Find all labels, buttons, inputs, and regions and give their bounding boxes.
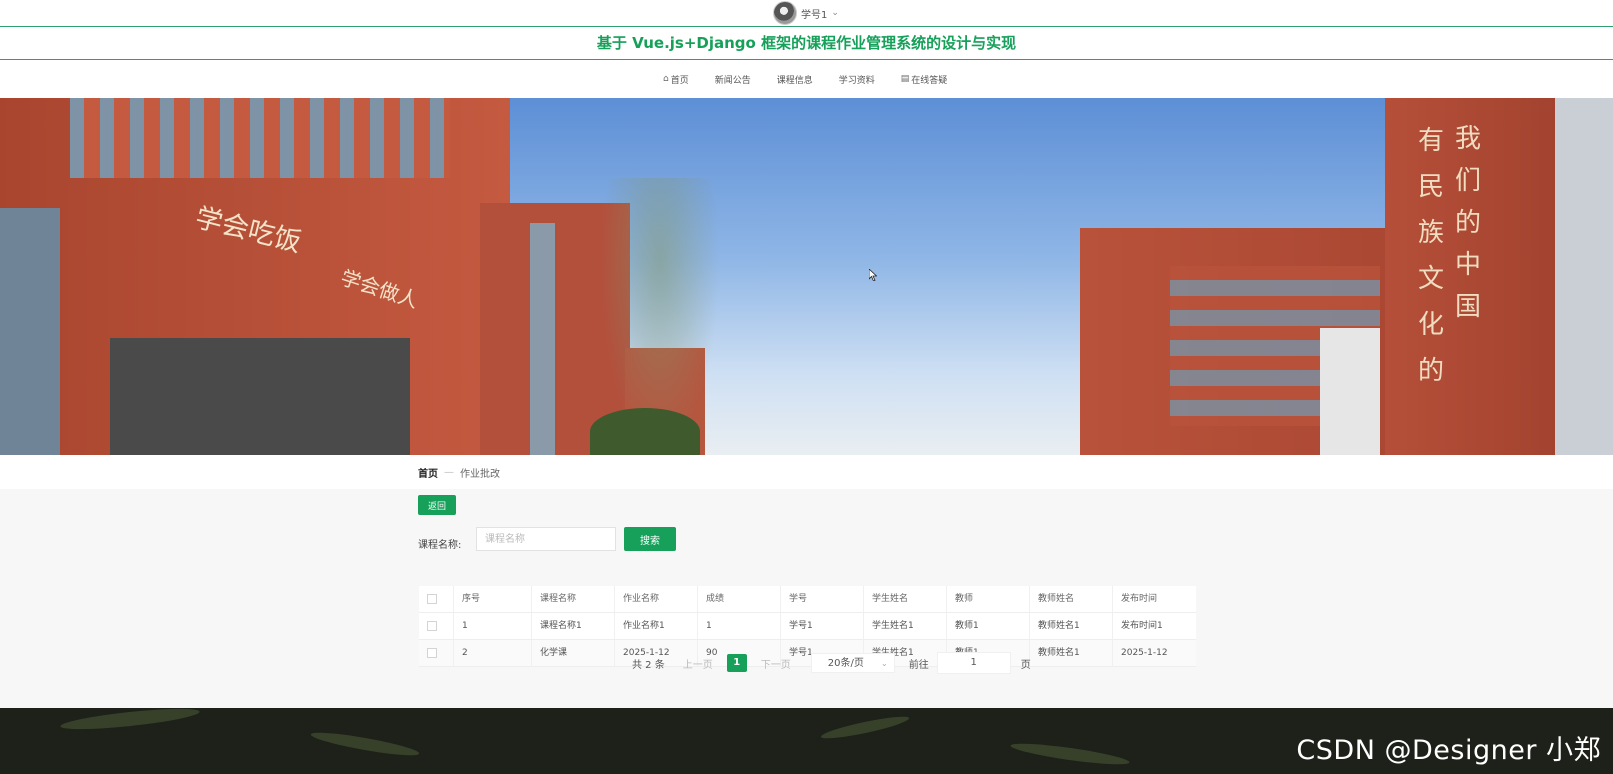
footer-leaf-decoration bbox=[59, 708, 201, 734]
nav-item-news[interactable]: 新闻公告 bbox=[715, 73, 751, 86]
nav-item-qa[interactable]: ▤ 在线答疑 bbox=[901, 73, 948, 86]
right-building-stairwell bbox=[1320, 328, 1380, 455]
row-select-cell bbox=[419, 640, 454, 666]
column-header: 学生姓名 bbox=[864, 586, 947, 612]
nav-item-materials[interactable]: 学习资料 bbox=[839, 73, 875, 86]
main-nav: ⌂ 首页 新闻公告 课程信息 学习资料 ▤ 在线答疑 bbox=[0, 60, 1613, 98]
main-content: 返回 课程名称: 搜索 序号 课程名称 作业名称 成绩 学号 学生姓名 教师 教… bbox=[0, 489, 1613, 708]
user-bar: 学号1 ⌄ bbox=[0, 0, 1613, 27]
nav-item-label: 首页 bbox=[670, 75, 689, 86]
breadcrumb: 首页 — 作业批改 bbox=[418, 455, 500, 489]
footer-leaf-decoration bbox=[819, 712, 911, 743]
column-header: 教师 bbox=[947, 586, 1030, 612]
table-cell: 课程名称1 bbox=[532, 613, 615, 639]
row-select-cell bbox=[419, 613, 454, 639]
watermark: CSDN @Designer 小郑 bbox=[1296, 735, 1601, 766]
banner-sign-right-2: 有民族文化的 bbox=[1418, 126, 1445, 386]
nav-item-label: 学习资料 bbox=[838, 75, 875, 86]
chevron-down-icon: ⌄ bbox=[881, 659, 888, 668]
left-building-glass bbox=[0, 208, 60, 455]
row-checkbox[interactable] bbox=[427, 647, 437, 658]
avatar[interactable] bbox=[773, 1, 797, 25]
footer-leaf-decoration bbox=[1009, 739, 1131, 769]
nav-item-label: 新闻公告 bbox=[714, 75, 751, 86]
search-label: 课程名称: bbox=[418, 540, 462, 551]
breadcrumb-home[interactable]: 首页 bbox=[418, 465, 438, 480]
page-number-current[interactable]: 1 bbox=[726, 654, 747, 672]
pagination-total: 共 2 条 bbox=[632, 659, 665, 671]
table-cell: 1 bbox=[454, 613, 532, 639]
breadcrumb-bar: 首页 — 作业批改 bbox=[0, 455, 1613, 489]
table-cell: 1 bbox=[698, 613, 781, 639]
nav-item-home[interactable]: ⌂ 首页 bbox=[663, 73, 689, 86]
home-icon: ⌂ bbox=[663, 74, 669, 84]
table-cell: 发布时间1 bbox=[1121, 621, 1163, 631]
column-header: 作业名称 bbox=[615, 586, 698, 612]
mid-building-windows bbox=[530, 223, 555, 455]
table-row[interactable]: 1 课程名称1 作业名称1 1 学号1 学生姓名1 教师1 教师姓名1 发布时间… bbox=[419, 613, 1196, 640]
page-unit-label: 页 bbox=[1020, 659, 1031, 671]
breadcrumb-current: 作业批改 bbox=[460, 468, 500, 480]
chevron-down-icon[interactable]: ⌄ bbox=[831, 8, 839, 18]
column-header: 发布时间 bbox=[1121, 594, 1158, 604]
select-all-checkbox[interactable] bbox=[427, 593, 437, 604]
site-title: 基于 Vue.js+Django 框架的课程作业管理系统的设计与实现 bbox=[596, 34, 1017, 52]
banner-sign-right-1: 我们的中国 bbox=[1455, 124, 1482, 322]
breadcrumb-separator: — bbox=[444, 466, 454, 478]
title-bar: 基于 Vue.js+Django 框架的课程作业管理系统的设计与实现 bbox=[0, 27, 1613, 60]
search-button[interactable]: 搜索 bbox=[624, 527, 676, 551]
left-building-windows bbox=[70, 98, 450, 178]
nav-item-label: 课程信息 bbox=[776, 75, 813, 86]
select-all-cell bbox=[419, 586, 454, 612]
column-header: 学号 bbox=[781, 586, 864, 612]
page-size-select[interactable]: 20条/页 ⌄ bbox=[810, 653, 895, 673]
column-header: 课程名称 bbox=[532, 586, 615, 612]
table-cell: 2025-1-12 bbox=[1121, 648, 1168, 658]
left-building-entrance bbox=[110, 338, 410, 455]
goto-page-input[interactable]: 1 bbox=[936, 652, 1011, 674]
nav-item-label: 在线答疑 bbox=[911, 75, 948, 86]
table-cell: 学生姓名1 bbox=[864, 613, 947, 639]
table-cell: 作业名称1 bbox=[615, 613, 698, 639]
user-name[interactable]: 学号1 bbox=[801, 6, 827, 21]
table-cell: 化学课 bbox=[532, 640, 615, 666]
course-name-search-input[interactable] bbox=[476, 527, 616, 551]
column-header: 教师姓名 bbox=[1030, 586, 1113, 612]
footer-leaf-decoration bbox=[309, 728, 421, 760]
user-menu[interactable]: 学号1 ⌄ bbox=[773, 1, 839, 25]
book-icon: ▤ bbox=[900, 74, 910, 84]
goto-label: 前往 bbox=[908, 659, 929, 671]
table-cell: 教师姓名1 bbox=[1030, 613, 1113, 639]
mouse-cursor-icon bbox=[869, 269, 877, 281]
row-checkbox[interactable] bbox=[427, 620, 437, 631]
table-cell: 学号1 bbox=[781, 613, 864, 639]
table-cell: 2 bbox=[454, 640, 532, 666]
page-size-value: 20条/页 bbox=[827, 658, 864, 669]
column-header: 序号 bbox=[454, 586, 532, 612]
campus-banner: 学会吃饭 学会做人 我们的中国 有民族文化的 bbox=[0, 98, 1613, 455]
pagination: 共 2 条 上一页 1 下一页 20条/页 ⌄ 前往 1 页 bbox=[632, 652, 1031, 674]
next-page-button[interactable]: 下一页 bbox=[761, 656, 791, 671]
prev-page-button[interactable]: 上一页 bbox=[683, 656, 713, 671]
table-cell: 教师姓名1 bbox=[1030, 640, 1113, 666]
back-button[interactable]: 返回 bbox=[418, 495, 456, 515]
nav-item-courses[interactable]: 课程信息 bbox=[777, 73, 813, 86]
table-cell: 教师1 bbox=[947, 613, 1030, 639]
far-right-building bbox=[1555, 98, 1613, 455]
tree-bushes bbox=[590, 408, 700, 455]
table-header-row: 序号 课程名称 作业名称 成绩 学号 学生姓名 教师 教师姓名 发布时间 bbox=[419, 586, 1196, 613]
column-header: 成绩 bbox=[698, 586, 781, 612]
